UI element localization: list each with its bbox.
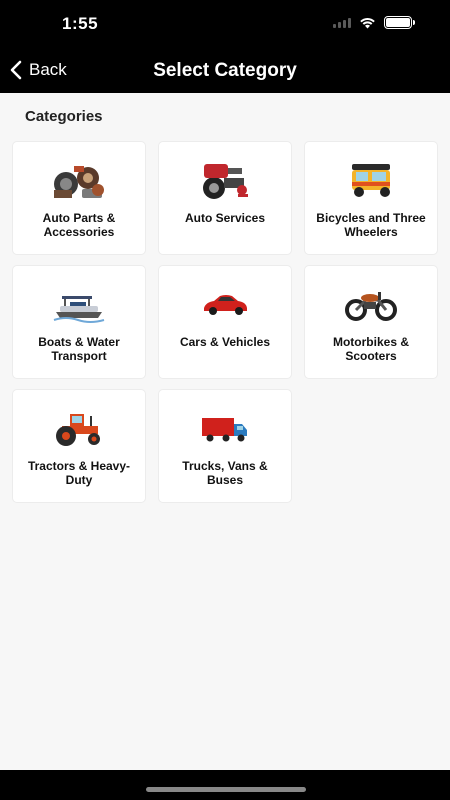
battery-icon [384,16,415,29]
truck-icon [195,408,255,448]
category-label: Cars & Vehicles [179,335,271,349]
auto-services-icon [195,160,255,200]
category-label: Boats & Water Transport [38,335,120,363]
category-label: Auto Services [184,211,266,225]
tuk-tuk-icon [341,160,401,200]
boat-icon [49,284,109,324]
wifi-icon [360,17,375,28]
category-card[interactable]: Tractors & Heavy-Duty [13,390,145,502]
category-label: Auto Parts & Accessories [42,211,116,239]
home-indicator[interactable] [146,787,306,792]
category-card[interactable]: Boats & Water Transport [13,266,145,378]
status-time: 1:55 [62,14,99,33]
bottom-bar [0,770,450,800]
top-bar: 1:55 Back Select Category [0,0,450,93]
category-label: Trucks, Vans & Buses [182,459,268,487]
category-card[interactable]: Auto Services [159,142,291,254]
category-label: Motorbikes & Scooters [332,335,409,363]
section-title: Categories [25,108,103,125]
category-card[interactable]: Cars & Vehicles [159,266,291,378]
category-card[interactable]: Bicycles and Three Wheelers [305,142,437,254]
status-icons [333,16,415,29]
car-icon [195,284,255,324]
category-label: Tractors & Heavy-Duty [27,459,131,487]
category-card[interactable]: Motorbikes & Scooters [305,266,437,378]
auto-parts-icon [49,160,109,200]
page-title: Select Category [153,60,297,81]
category-card[interactable]: Trucks, Vans & Buses [159,390,291,502]
cellular-signal-icon [333,17,351,28]
category-card[interactable]: Auto Parts & Accessories [13,142,145,254]
motorbike-icon [341,284,401,324]
tractor-icon [49,408,109,448]
category-label: Bicycles and Three Wheelers [316,211,426,239]
